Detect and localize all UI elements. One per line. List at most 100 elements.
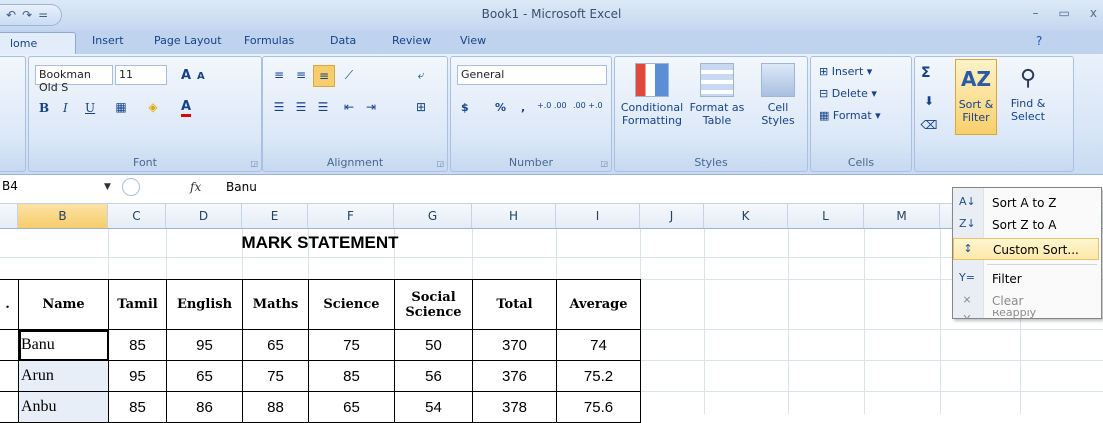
- clear-icon[interactable]: ⌫: [919, 115, 939, 135]
- column-header-j[interactable]: J: [640, 204, 704, 228]
- column-header-h[interactable]: H: [472, 204, 556, 228]
- align-top-icon[interactable]: ≡: [269, 65, 289, 85]
- column-header-k[interactable]: K: [704, 204, 788, 228]
- restore-button[interactable]: ▭: [1059, 6, 1070, 20]
- increase-indent-icon[interactable]: ⇥: [361, 97, 381, 117]
- menu-item-clear[interactable]: ⨯ Clear: [953, 290, 1099, 312]
- table-header[interactable]: Average: [556, 279, 641, 330]
- menu-item-reapply[interactable]: Y Reapply: [953, 310, 1099, 318]
- font-name-select[interactable]: Bookman Old S: [35, 65, 113, 94]
- table-cell-selected[interactable]: Banu: [18, 329, 109, 361]
- fill-icon[interactable]: ⬇: [919, 91, 939, 111]
- cell-styles-button[interactable]: Cell Styles: [751, 63, 805, 127]
- column-header-i[interactable]: I: [556, 204, 640, 228]
- align-right-icon[interactable]: ☰: [313, 97, 333, 117]
- table-cell[interactable]: 56: [394, 360, 473, 392]
- insert-cells-button[interactable]: ⊞ Insert ▾: [819, 65, 872, 78]
- table-cell[interactable]: 95: [166, 329, 243, 361]
- align-left-icon[interactable]: ☰: [269, 97, 289, 117]
- table-cell[interactable]: 376: [472, 360, 557, 392]
- percent-button[interactable]: %: [495, 101, 506, 114]
- column-header-b[interactable]: B: [18, 204, 108, 228]
- bold-button[interactable]: B: [39, 101, 49, 115]
- tab-data[interactable]: Data: [330, 34, 356, 47]
- table-cell[interactable]: 378: [472, 391, 557, 423]
- tab-view[interactable]: View: [460, 34, 486, 47]
- borders-icon[interactable]: ▦: [111, 97, 131, 117]
- conditional-formatting-button[interactable]: Conditional Formatting: [619, 63, 685, 127]
- table-cell[interactable]: [0, 360, 19, 392]
- worksheet-grid[interactable]: MARK STATEMENT . Name Tamil English Math…: [0, 229, 1103, 423]
- table-header[interactable]: Total: [472, 279, 557, 330]
- font-color-button[interactable]: A: [181, 99, 192, 117]
- table-cell[interactable]: 75: [308, 329, 395, 361]
- table-cell[interactable]: 95: [108, 360, 167, 392]
- menu-item-sort-a-to-z[interactable]: A↓ Sort A to Z: [953, 192, 1099, 214]
- table-cell[interactable]: 85: [308, 360, 395, 392]
- tab-insert[interactable]: Insert: [92, 34, 124, 47]
- table-cell[interactable]: 88: [242, 391, 309, 423]
- table-cell[interactable]: 85: [108, 391, 167, 423]
- column-header-f[interactable]: F: [308, 204, 394, 228]
- table-cell[interactable]: 65: [308, 391, 395, 423]
- table-cell[interactable]: 65: [242, 329, 309, 361]
- table-cell[interactable]: Anbu: [18, 391, 109, 423]
- font-launcher-icon[interactable]: ◲: [250, 159, 258, 168]
- alignment-launcher-icon[interactable]: ◲: [436, 159, 444, 168]
- select-all-corner[interactable]: [0, 204, 18, 228]
- close-button[interactable]: x: [1090, 6, 1097, 20]
- table-cell[interactable]: 370: [472, 329, 557, 361]
- underline-button[interactable]: U: [85, 101, 95, 115]
- table-cell[interactable]: 65: [166, 360, 243, 392]
- table-cell[interactable]: 86: [166, 391, 243, 423]
- table-cell[interactable]: 75.2: [556, 360, 641, 392]
- column-header-l[interactable]: L: [788, 204, 864, 228]
- find-select-button[interactable]: ⚲ Find & Select: [1005, 61, 1051, 123]
- sort-filter-button[interactable]: AZ Sort & Filter: [955, 59, 997, 135]
- tab-page-layout[interactable]: Page Layout: [154, 34, 222, 47]
- font-size-select[interactable]: 11: [115, 65, 167, 85]
- align-bottom-icon[interactable]: ≡: [313, 65, 335, 87]
- table-header[interactable]: English: [166, 279, 243, 330]
- shrink-font-button[interactable]: A: [197, 71, 205, 82]
- number-launcher-icon[interactable]: ◲: [600, 159, 608, 168]
- formula-cancel-icon[interactable]: [122, 178, 140, 196]
- format-as-table-button[interactable]: Format as Table: [687, 63, 747, 127]
- table-cell[interactable]: 54: [394, 391, 473, 423]
- increase-decimal-button[interactable]: +.0 .00: [537, 101, 567, 110]
- name-box[interactable]: B4: [0, 179, 118, 199]
- merge-center-icon[interactable]: ⊞: [411, 97, 431, 117]
- wrap-text-icon[interactable]: ⤶: [411, 65, 431, 85]
- formula-input[interactable]: Banu: [226, 180, 257, 194]
- insert-function-button[interactable]: fx: [190, 180, 201, 194]
- fill-color-icon[interactable]: ◈: [143, 97, 163, 117]
- autosum-button[interactable]: Σ: [921, 65, 931, 81]
- delete-cells-button[interactable]: ⊟ Delete ▾: [819, 87, 877, 100]
- format-cells-button[interactable]: ▦ Format ▾: [819, 109, 881, 122]
- table-cell[interactable]: 74: [556, 329, 641, 361]
- table-cell[interactable]: [0, 329, 19, 361]
- menu-item-sort-z-to-a[interactable]: Z↓ Sort Z to A: [953, 214, 1099, 236]
- table-cell[interactable]: [0, 391, 19, 423]
- comma-button[interactable]: ,: [521, 101, 525, 114]
- column-header-g[interactable]: G: [394, 204, 472, 228]
- align-center-icon[interactable]: ☰: [291, 97, 311, 117]
- decrease-decimal-button[interactable]: .00 +.0: [573, 101, 603, 110]
- table-header[interactable]: Social Science: [394, 279, 473, 330]
- table-cell[interactable]: 75.6: [556, 391, 641, 423]
- name-box-dropdown-icon[interactable]: ▼: [104, 182, 111, 192]
- number-format-select[interactable]: General: [457, 65, 607, 85]
- italic-button[interactable]: I: [63, 101, 68, 115]
- tab-home[interactable]: lome: [0, 32, 76, 54]
- currency-button[interactable]: $: [461, 101, 469, 114]
- table-header[interactable]: Maths: [242, 279, 309, 330]
- decrease-indent-icon[interactable]: ⇤: [339, 97, 359, 117]
- table-cell[interactable]: 85: [108, 329, 167, 361]
- tab-formulas[interactable]: Formulas: [244, 34, 294, 47]
- table-header[interactable]: Name: [18, 279, 109, 330]
- help-icon[interactable]: ?: [1036, 34, 1042, 48]
- minimize-button[interactable]: –: [1033, 6, 1039, 20]
- menu-item-filter[interactable]: Y= Filter: [953, 268, 1099, 290]
- table-cell[interactable]: Arun: [18, 360, 109, 392]
- table-header[interactable]: Science: [308, 279, 395, 330]
